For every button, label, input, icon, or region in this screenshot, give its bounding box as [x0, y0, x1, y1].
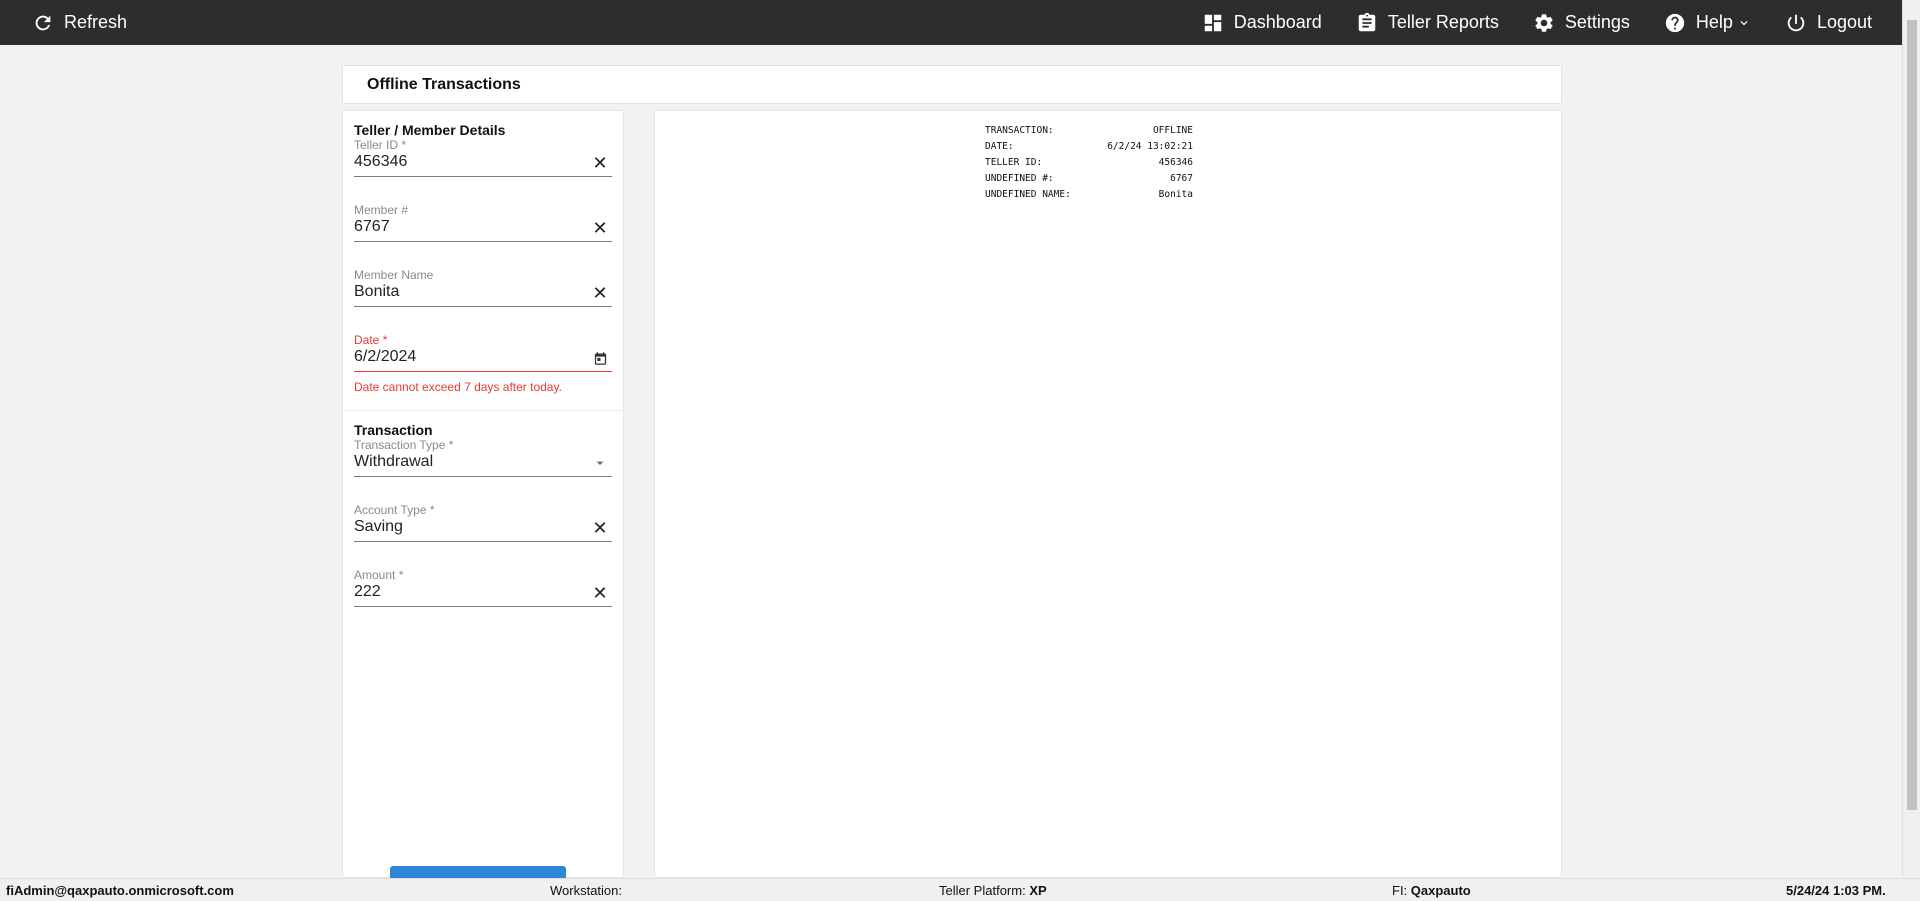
member-details-section: Teller / Member Details Teller ID * 4563… — [343, 122, 623, 410]
teller-reports-link[interactable]: Teller Reports — [1356, 0, 1499, 45]
amount-value[interactable]: 222 — [354, 583, 381, 601]
transaction-type-value[interactable]: Withdrawal — [354, 453, 433, 471]
chevron-down-icon — [1740, 20, 1748, 25]
teller-id-field[interactable]: Teller ID * 456346 ✕ — [354, 138, 612, 203]
receipt-row: UNDEFINED #: 6767 — [985, 171, 1193, 187]
amount-field[interactable]: Amount * 222 ✕ — [354, 568, 612, 633]
gear-icon — [1535, 13, 1553, 32]
power-icon — [1787, 14, 1805, 31]
field-underline — [354, 306, 612, 307]
receipt-preview: TRANSACTION: OFFLINE DATE: 6/2/24 13:02:21… — [654, 110, 1562, 878]
logout-button[interactable]: Logout — [1785, 0, 1872, 45]
dashboard-link[interactable]: Dashboard — [1202, 0, 1322, 45]
field-underline — [354, 606, 612, 607]
receipt-key: DATE: — [985, 141, 1014, 152]
top-navigation-bar: Refresh Dashboard Teller Reports Setting… — [0, 0, 1902, 45]
scrollbar-thumb[interactable] — [1907, 20, 1917, 810]
clear-icon[interactable]: ✕ — [592, 154, 608, 172]
refresh-button[interactable]: Refresh — [32, 0, 127, 45]
calendar-icon[interactable] — [592, 350, 608, 366]
dashboard-icon — [1204, 14, 1221, 31]
field-underline — [354, 476, 612, 477]
member-number-field[interactable]: Member # 6767 ✕ — [354, 203, 612, 268]
receipt-row: UNDEFINED NAME: Bonita — [985, 187, 1193, 203]
transaction-type-label: Transaction Type * — [354, 438, 454, 452]
clear-icon[interactable]: ✕ — [592, 219, 608, 237]
member-name-field[interactable]: Member Name Bonita ✕ — [354, 268, 612, 333]
receipt-text: TRANSACTION: OFFLINE DATE: 6/2/24 13:02:21… — [985, 123, 1193, 203]
receipt-value: 6767 — [1170, 173, 1193, 184]
clear-icon[interactable]: ✕ — [592, 519, 608, 537]
dashboard-label: Dashboard — [1233, 12, 1322, 32]
clear-icon[interactable]: ✕ — [592, 584, 608, 602]
logout-label: Logout — [1816, 12, 1872, 32]
section-divider — [343, 410, 623, 411]
date-error-message: Date cannot exceed 7 days after today. — [354, 380, 562, 394]
member-number-value[interactable]: 6767 — [354, 218, 390, 236]
workstation-info: Workstation: — [550, 883, 623, 898]
page-header: Offline Transactions — [342, 65, 1562, 104]
member-name-label: Member Name — [354, 268, 434, 282]
help-menu[interactable]: Help — [1664, 0, 1751, 45]
receipt-key: UNDEFINED #: — [985, 173, 1054, 184]
clear-icon[interactable]: ✕ — [592, 284, 608, 302]
transaction-section: Transaction Transaction Type * Withdrawa… — [343, 422, 623, 633]
receipt-value: 6/2/24 13:02:21 — [1107, 141, 1193, 152]
date-label: Date * — [354, 333, 388, 347]
receipt-key: UNDEFINED NAME: — [985, 189, 1071, 200]
transaction-title: Transaction — [354, 422, 433, 438]
field-underline — [354, 541, 612, 542]
platform-info: Teller Platform: XP — [939, 883, 1047, 898]
transaction-form: Teller / Member Details Teller ID * 4563… — [342, 110, 624, 886]
status-bar: fiAdmin@qaxpauto.onmicrosoft.com Worksta… — [0, 878, 1920, 901]
teller-id-label: Teller ID * — [354, 138, 407, 152]
page-title: Offline Transactions — [367, 75, 521, 93]
account-type-value[interactable]: Saving — [354, 518, 403, 536]
receipt-value: OFFLINE — [1152, 125, 1193, 136]
field-underline — [354, 371, 612, 372]
dropdown-arrow-icon[interactable] — [592, 455, 608, 471]
date-field[interactable]: Date * 6/2/2024 Date cannot exceed 7 day… — [354, 333, 612, 410]
member-name-value[interactable]: Bonita — [354, 283, 399, 301]
account-type-field[interactable]: Account Type * Saving ✕ — [354, 503, 612, 568]
clipboard-icon — [1358, 12, 1376, 31]
field-underline — [354, 241, 612, 242]
help-icon — [1665, 13, 1685, 32]
field-underline — [354, 176, 612, 177]
date-value[interactable]: 6/2/2024 — [354, 348, 416, 366]
help-label: Help — [1695, 12, 1733, 32]
receipt-key: TELLER ID: — [985, 157, 1043, 168]
receipt-value: 456346 — [1158, 157, 1193, 168]
amount-label: Amount * — [354, 568, 404, 582]
member-details-title: Teller / Member Details — [354, 122, 506, 138]
receipt-row: DATE: 6/2/24 13:02:21 — [985, 139, 1193, 155]
receipt-key: TRANSACTION: — [985, 125, 1054, 136]
status-datetime: 5/24/24 1:03 PM. — [1786, 883, 1886, 898]
user-email: fiAdmin@qaxpauto.onmicrosoft.com — [6, 883, 234, 898]
receipt-row: TRANSACTION: OFFLINE — [985, 123, 1193, 139]
receipt-value: Bonita — [1158, 189, 1193, 200]
teller-reports-label: Teller Reports — [1387, 12, 1499, 32]
settings-link[interactable]: Settings — [1533, 0, 1630, 45]
refresh-icon — [35, 15, 51, 30]
receipt-row: TELLER ID: 456346 — [985, 155, 1193, 171]
fi-info: FI: Qaxpauto — [1392, 883, 1471, 898]
member-number-label: Member # — [354, 203, 409, 217]
teller-id-value[interactable]: 456346 — [354, 153, 407, 171]
vertical-scrollbar[interactable] — [1902, 0, 1920, 878]
account-type-label: Account Type * — [354, 503, 435, 517]
refresh-label: Refresh — [64, 12, 128, 32]
settings-label: Settings — [1564, 12, 1630, 32]
transaction-type-field[interactable]: Transaction Type * Withdrawal — [354, 438, 612, 503]
